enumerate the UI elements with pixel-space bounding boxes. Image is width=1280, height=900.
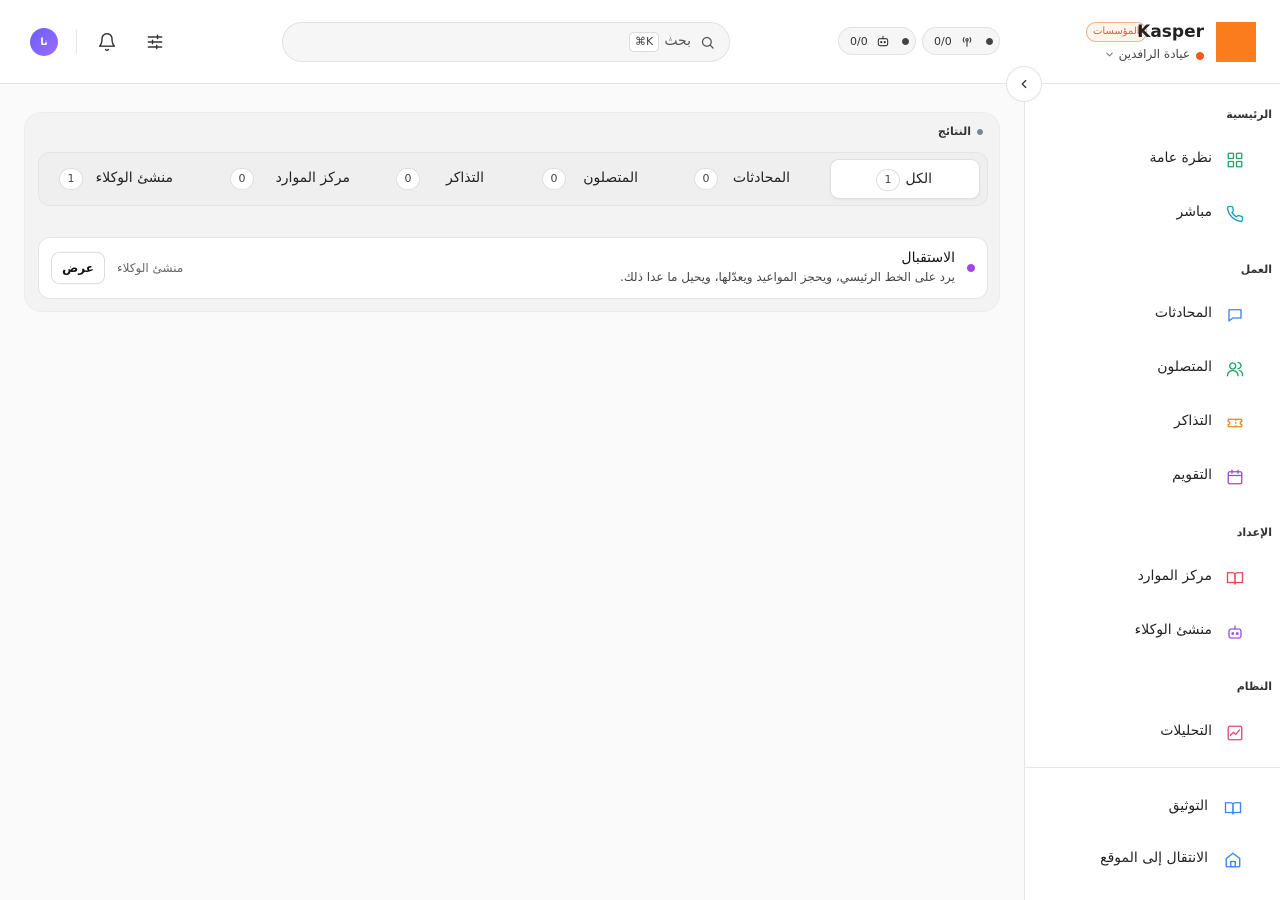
sidebar-item-conversations[interactable]: المحادثات — [1024, 295, 1280, 335]
tab-agent-builder[interactable]: منشئ الوكلاء 1 — [59, 159, 209, 199]
search-input[interactable]: ⌘K بحث — [282, 22, 730, 62]
sidebar-item-label: المحادثات — [1154, 305, 1212, 321]
search-icon — [701, 36, 714, 49]
sidebar-item-resource-center[interactable]: مركز الموارد — [1024, 558, 1280, 598]
divider — [1025, 767, 1280, 768]
divider — [76, 30, 77, 54]
agents-status-value: 0/0 — [850, 34, 868, 48]
book-icon — [1226, 572, 1244, 585]
tab-callers[interactable]: المتصلون 0 — [530, 159, 680, 199]
tab-conversations[interactable]: المحادثات 0 — [680, 159, 830, 199]
search-label: بحث — [664, 33, 691, 49]
view-button[interactable]: عرض — [51, 252, 105, 284]
top-bar: نا ⌘K بحث 0/0 0/0 المؤسسات Kasper عيادة … — [0, 0, 1280, 84]
result-type-dot — [967, 264, 975, 272]
bell-icon — [98, 33, 116, 52]
sidebar-item-callers[interactable]: المتصلون — [1024, 349, 1280, 389]
tab-count: 0 — [542, 168, 566, 190]
live-status-pill[interactable]: 0/0 — [922, 27, 1000, 55]
sidebar-item-label: التقويم — [1172, 467, 1212, 483]
org-switcher[interactable]: عيادة الرافدين — [1119, 47, 1190, 61]
sidebar-section-title: النظام — [1236, 680, 1272, 693]
sidebar: الرئيسية نظرة عامة مباشر العمل المحادثات… — [1024, 84, 1280, 900]
grid-icon — [1227, 152, 1243, 168]
live-status-value: 0/0 — [934, 34, 952, 48]
tab-label: التذاكر — [445, 170, 484, 186]
sidebar-item-live[interactable]: مباشر — [1024, 194, 1280, 234]
chevron-left-icon — [1021, 79, 1027, 89]
sidebar-item-label: مباشر — [1176, 204, 1212, 220]
filters-button[interactable] — [141, 28, 169, 56]
robot-icon — [877, 35, 888, 47]
user-avatar[interactable]: نا — [30, 28, 58, 56]
sidebar-item-label: مركز الموارد — [1137, 568, 1212, 584]
robot-icon — [1228, 625, 1242, 639]
sidebar-item-agent-builder[interactable]: منشئ الوكلاء — [1024, 612, 1280, 652]
tab-label: الكل — [905, 171, 933, 187]
tab-tickets[interactable]: التذاكر 0 — [380, 159, 530, 199]
phone-icon — [1226, 205, 1244, 223]
tab-all[interactable]: الكل 1 — [830, 159, 980, 199]
sidebar-item-overview[interactable]: نظرة عامة — [1024, 140, 1280, 180]
tab-label: المحادثات — [732, 170, 790, 186]
result-type-label: منشئ الوكلاء — [117, 261, 184, 275]
tab-count: 1 — [876, 169, 900, 191]
collapse-sidebar-button[interactable] — [1006, 66, 1042, 102]
sidebar-item-label: المتصلون — [1157, 359, 1212, 375]
tab-label: منشئ الوكلاء — [95, 170, 173, 186]
org-status-dot — [1196, 52, 1204, 60]
home-icon — [1225, 852, 1241, 868]
ticket-icon — [1227, 418, 1243, 428]
tab-label: مركز الموارد — [275, 170, 350, 186]
tab-resource-center[interactable]: مركز الموارد 0 — [230, 159, 380, 199]
result-item[interactable]: الاستقبال يرد على الخط الرئيسي، ويحجز ال… — [38, 237, 988, 299]
sidebar-item-label: التحليلات — [1160, 723, 1212, 739]
docs-icon — [1224, 802, 1242, 815]
result-description: يرد على الخط الرئيسي، ويحجز المواعيد ويع… — [620, 270, 955, 284]
results-panel: النتائج الكل 1 المحادثات 0 المتصلون 0 ال… — [24, 112, 1000, 312]
result-title: الاستقبال — [901, 250, 955, 266]
calendar-icon — [1227, 469, 1243, 485]
results-header: النتائج — [938, 125, 983, 138]
agents-status-pill[interactable]: 0/0 — [838, 27, 916, 55]
tab-label: المتصلون — [583, 170, 638, 186]
broadcast-icon — [962, 36, 971, 47]
chart-icon — [1227, 725, 1243, 741]
sidebar-item-label: نظرة عامة — [1149, 150, 1212, 166]
shortcut-hint: ⌘K — [629, 32, 660, 52]
tab-count: 0 — [694, 168, 718, 190]
brand-logo[interactable] — [1216, 22, 1256, 62]
sidebar-item-label: التذاكر — [1173, 413, 1212, 429]
sidebar-item-label: التوثيق — [1168, 798, 1208, 814]
users-icon — [1226, 361, 1244, 377]
sidebar-item-label: منشئ الوكلاء — [1134, 622, 1212, 638]
sliders-icon — [147, 34, 163, 50]
brand-name: Kasper — [1137, 22, 1204, 42]
chat-icon — [1228, 309, 1242, 322]
notifications-button[interactable] — [93, 28, 121, 56]
tab-count: 1 — [59, 168, 83, 190]
sidebar-section-title: العمل — [1240, 263, 1272, 276]
results-dot — [977, 128, 983, 135]
status-dot — [985, 37, 993, 45]
sidebar-item-calendar[interactable]: التقويم — [1024, 457, 1280, 497]
sidebar-item-docs[interactable]: التوثيق — [1024, 788, 1280, 828]
status-dot — [901, 37, 909, 45]
sidebar-item-tickets[interactable]: التذاكر — [1024, 403, 1280, 443]
chevron-down-icon[interactable] — [1104, 49, 1115, 60]
sidebar-section-title: الإعداد — [1236, 526, 1272, 539]
sidebar-item-go-to-site[interactable]: الانتقال إلى الموقع — [1024, 840, 1280, 880]
tab-count: 0 — [230, 168, 254, 190]
sidebar-item-analytics[interactable]: التحليلات — [1024, 713, 1280, 753]
sidebar-item-label: الانتقال إلى الموقع — [1100, 850, 1208, 866]
results-title: النتائج — [937, 125, 971, 138]
sidebar-section-title: الرئيسية — [1226, 108, 1272, 121]
results-tabs: الكل 1 المحادثات 0 المتصلون 0 التذاكر 0 … — [38, 152, 988, 206]
tab-count: 0 — [396, 168, 420, 190]
